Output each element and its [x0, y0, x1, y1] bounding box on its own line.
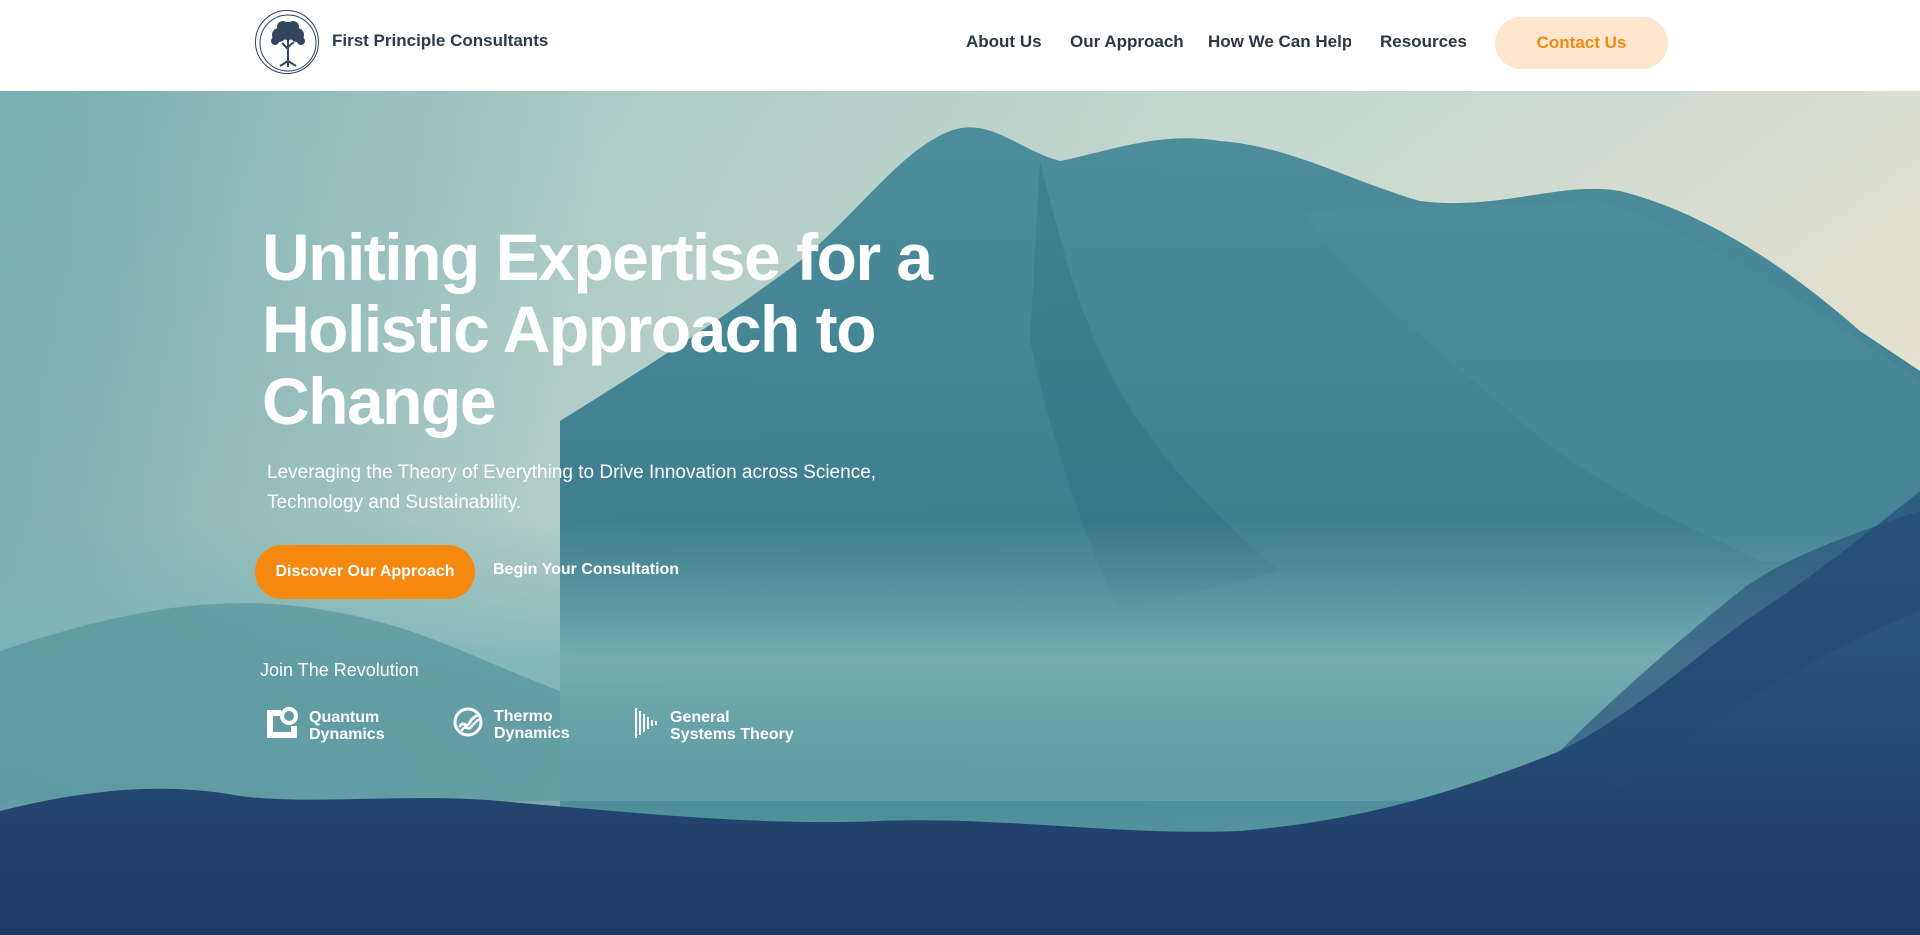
join-revolution-label: Join The Revolution	[260, 660, 419, 680]
partner-quantum-dynamics[interactable]: Quantum Dynamics	[265, 706, 385, 745]
tree-logo-icon[interactable]	[255, 10, 319, 74]
partner-label: Thermo Dynamics	[494, 707, 570, 742]
contact-us-button[interactable]: Contact Us	[1495, 17, 1668, 69]
quantum-dynamics-icon	[265, 706, 299, 745]
nav-about-us[interactable]: About Us	[966, 32, 1042, 52]
partner-label: General Systems Theory	[670, 708, 794, 743]
general-systems-icon	[634, 706, 660, 745]
nav-how-we-can-help[interactable]: How We Can Help	[1208, 32, 1351, 52]
hero-title: Uniting Expertise for a Holistic Approac…	[262, 220, 933, 438]
hero-subtitle: Leveraging the Theory of Everything to D…	[267, 462, 877, 513]
nav-resources[interactable]: Resources	[1380, 32, 1467, 52]
hero-section: Uniting Expertise for a Holistic Approac…	[0, 91, 1920, 935]
nav-our-approach[interactable]: Our Approach	[1070, 32, 1184, 52]
discover-approach-button[interactable]: Discover Our Approach	[255, 545, 475, 599]
partner-thermo-dynamics[interactable]: Thermo Dynamics	[452, 706, 570, 743]
begin-consultation-link[interactable]: Begin Your Consultation	[493, 561, 679, 579]
site-header: First Principle Consultants About Us Our…	[0, 0, 1920, 91]
partner-general-systems-theory[interactable]: General Systems Theory	[634, 706, 794, 745]
thermo-dynamics-icon	[452, 706, 484, 743]
partner-label: Quantum Dynamics	[309, 708, 385, 743]
brand-name[interactable]: First Principle Consultants	[332, 31, 548, 51]
